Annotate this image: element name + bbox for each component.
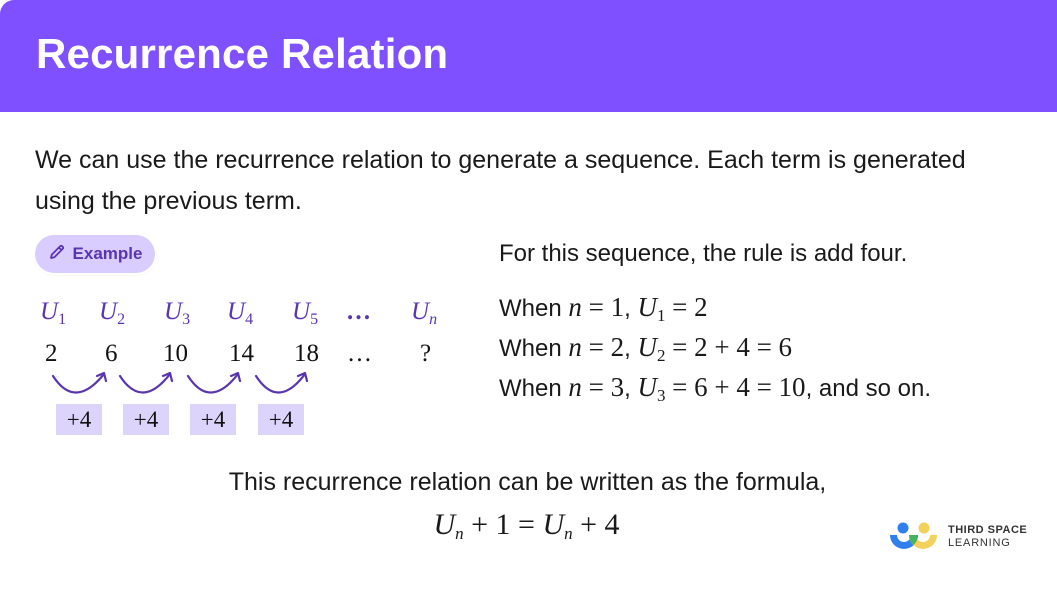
n-value: 1 bbox=[610, 292, 625, 322]
term-symbol: U bbox=[411, 298, 430, 325]
sequence-ellipsis: … bbox=[347, 340, 372, 367]
sequence-value: ? bbox=[420, 340, 432, 367]
term-index: 3 bbox=[182, 311, 191, 328]
logo-icon bbox=[890, 522, 937, 549]
arrow-icon bbox=[254, 371, 309, 394]
arrow-icon bbox=[186, 371, 242, 394]
term-symbol: U bbox=[40, 298, 59, 325]
arrow-icon bbox=[51, 371, 108, 394]
term-index: 5 bbox=[310, 311, 319, 328]
logo-text-line2: LEARNING bbox=[948, 537, 1011, 549]
when-label: When bbox=[499, 295, 562, 322]
u-index: 2 bbox=[656, 346, 666, 365]
u-index: 1 bbox=[656, 306, 666, 325]
explanation-line: When n = 3, U3 = 6 + 4 = 10, and so on. bbox=[499, 372, 931, 405]
formula-intro-text: This recurrence relation can be written … bbox=[228, 468, 827, 496]
n-value: 2 bbox=[610, 332, 625, 362]
equation-rhs: = 2 bbox=[672, 292, 708, 322]
u-index: 3 bbox=[656, 386, 666, 405]
ellipsis: … bbox=[346, 298, 371, 325]
formula-symbol: U bbox=[433, 508, 456, 541]
rule-text: For this sequence, the rule is add four. bbox=[499, 240, 908, 267]
formula-index: n bbox=[455, 524, 464, 543]
pencil-icon bbox=[48, 243, 66, 266]
sequence-label: U4 bbox=[227, 298, 253, 329]
step-label: +4 bbox=[258, 404, 304, 435]
sequence-label: U5 bbox=[292, 298, 318, 329]
sequence-label: U3 bbox=[164, 298, 190, 329]
when-label: When bbox=[499, 335, 562, 362]
term-symbol: U bbox=[164, 298, 183, 325]
formula-index: n bbox=[564, 524, 573, 543]
sequence-ellipsis: … bbox=[346, 298, 371, 326]
sequence-label: Un bbox=[411, 298, 437, 329]
sequence-label: U1 bbox=[40, 298, 66, 329]
equation-rhs: = 6 + 4 = 10 bbox=[672, 372, 806, 402]
equation-rhs: = 2 + 4 = 6 bbox=[672, 332, 793, 362]
formula-symbol: U bbox=[542, 508, 565, 541]
explanation-line: When n = 2, U2 = 2 + 4 = 6 bbox=[499, 332, 793, 365]
step-arrows bbox=[51, 371, 309, 394]
formula-part: + 4 bbox=[572, 508, 620, 541]
example-badge: Example bbox=[35, 235, 155, 273]
example-badge-label: Example bbox=[72, 244, 143, 263]
arrow-icon bbox=[118, 371, 174, 394]
line-suffix: , and so on. bbox=[805, 375, 931, 402]
step-label: +4 bbox=[123, 404, 169, 435]
step-label: +4 bbox=[190, 404, 236, 435]
term-symbol: U bbox=[292, 298, 311, 325]
step-label: +4 bbox=[56, 404, 102, 435]
intro-paragraph: We can use the recurrence relation to ge… bbox=[35, 146, 966, 215]
term-index: 1 bbox=[58, 311, 67, 328]
term-symbol: U bbox=[227, 298, 246, 325]
formula-intro: This recurrence relation can be written … bbox=[0, 468, 1057, 497]
term-index: n bbox=[429, 311, 438, 328]
logo-text-line1: THIRD SPACE bbox=[948, 524, 1028, 536]
when-label: When bbox=[499, 375, 562, 402]
term-index: 4 bbox=[245, 311, 254, 328]
sequence-label: U2 bbox=[99, 298, 125, 329]
header-banner: Recurrence Relation bbox=[0, 0, 1057, 112]
n-value: 3 bbox=[610, 372, 625, 402]
page-title: Recurrence Relation bbox=[36, 30, 449, 77]
term-index: 2 bbox=[117, 311, 126, 328]
explanation-line: When n = 1, U1 = 2 bbox=[499, 292, 708, 325]
term-symbol: U bbox=[99, 298, 118, 325]
third-space-learning-logo: THIRD SPACE LEARNING bbox=[888, 522, 1027, 552]
formula-part: + 1 = bbox=[463, 508, 543, 541]
